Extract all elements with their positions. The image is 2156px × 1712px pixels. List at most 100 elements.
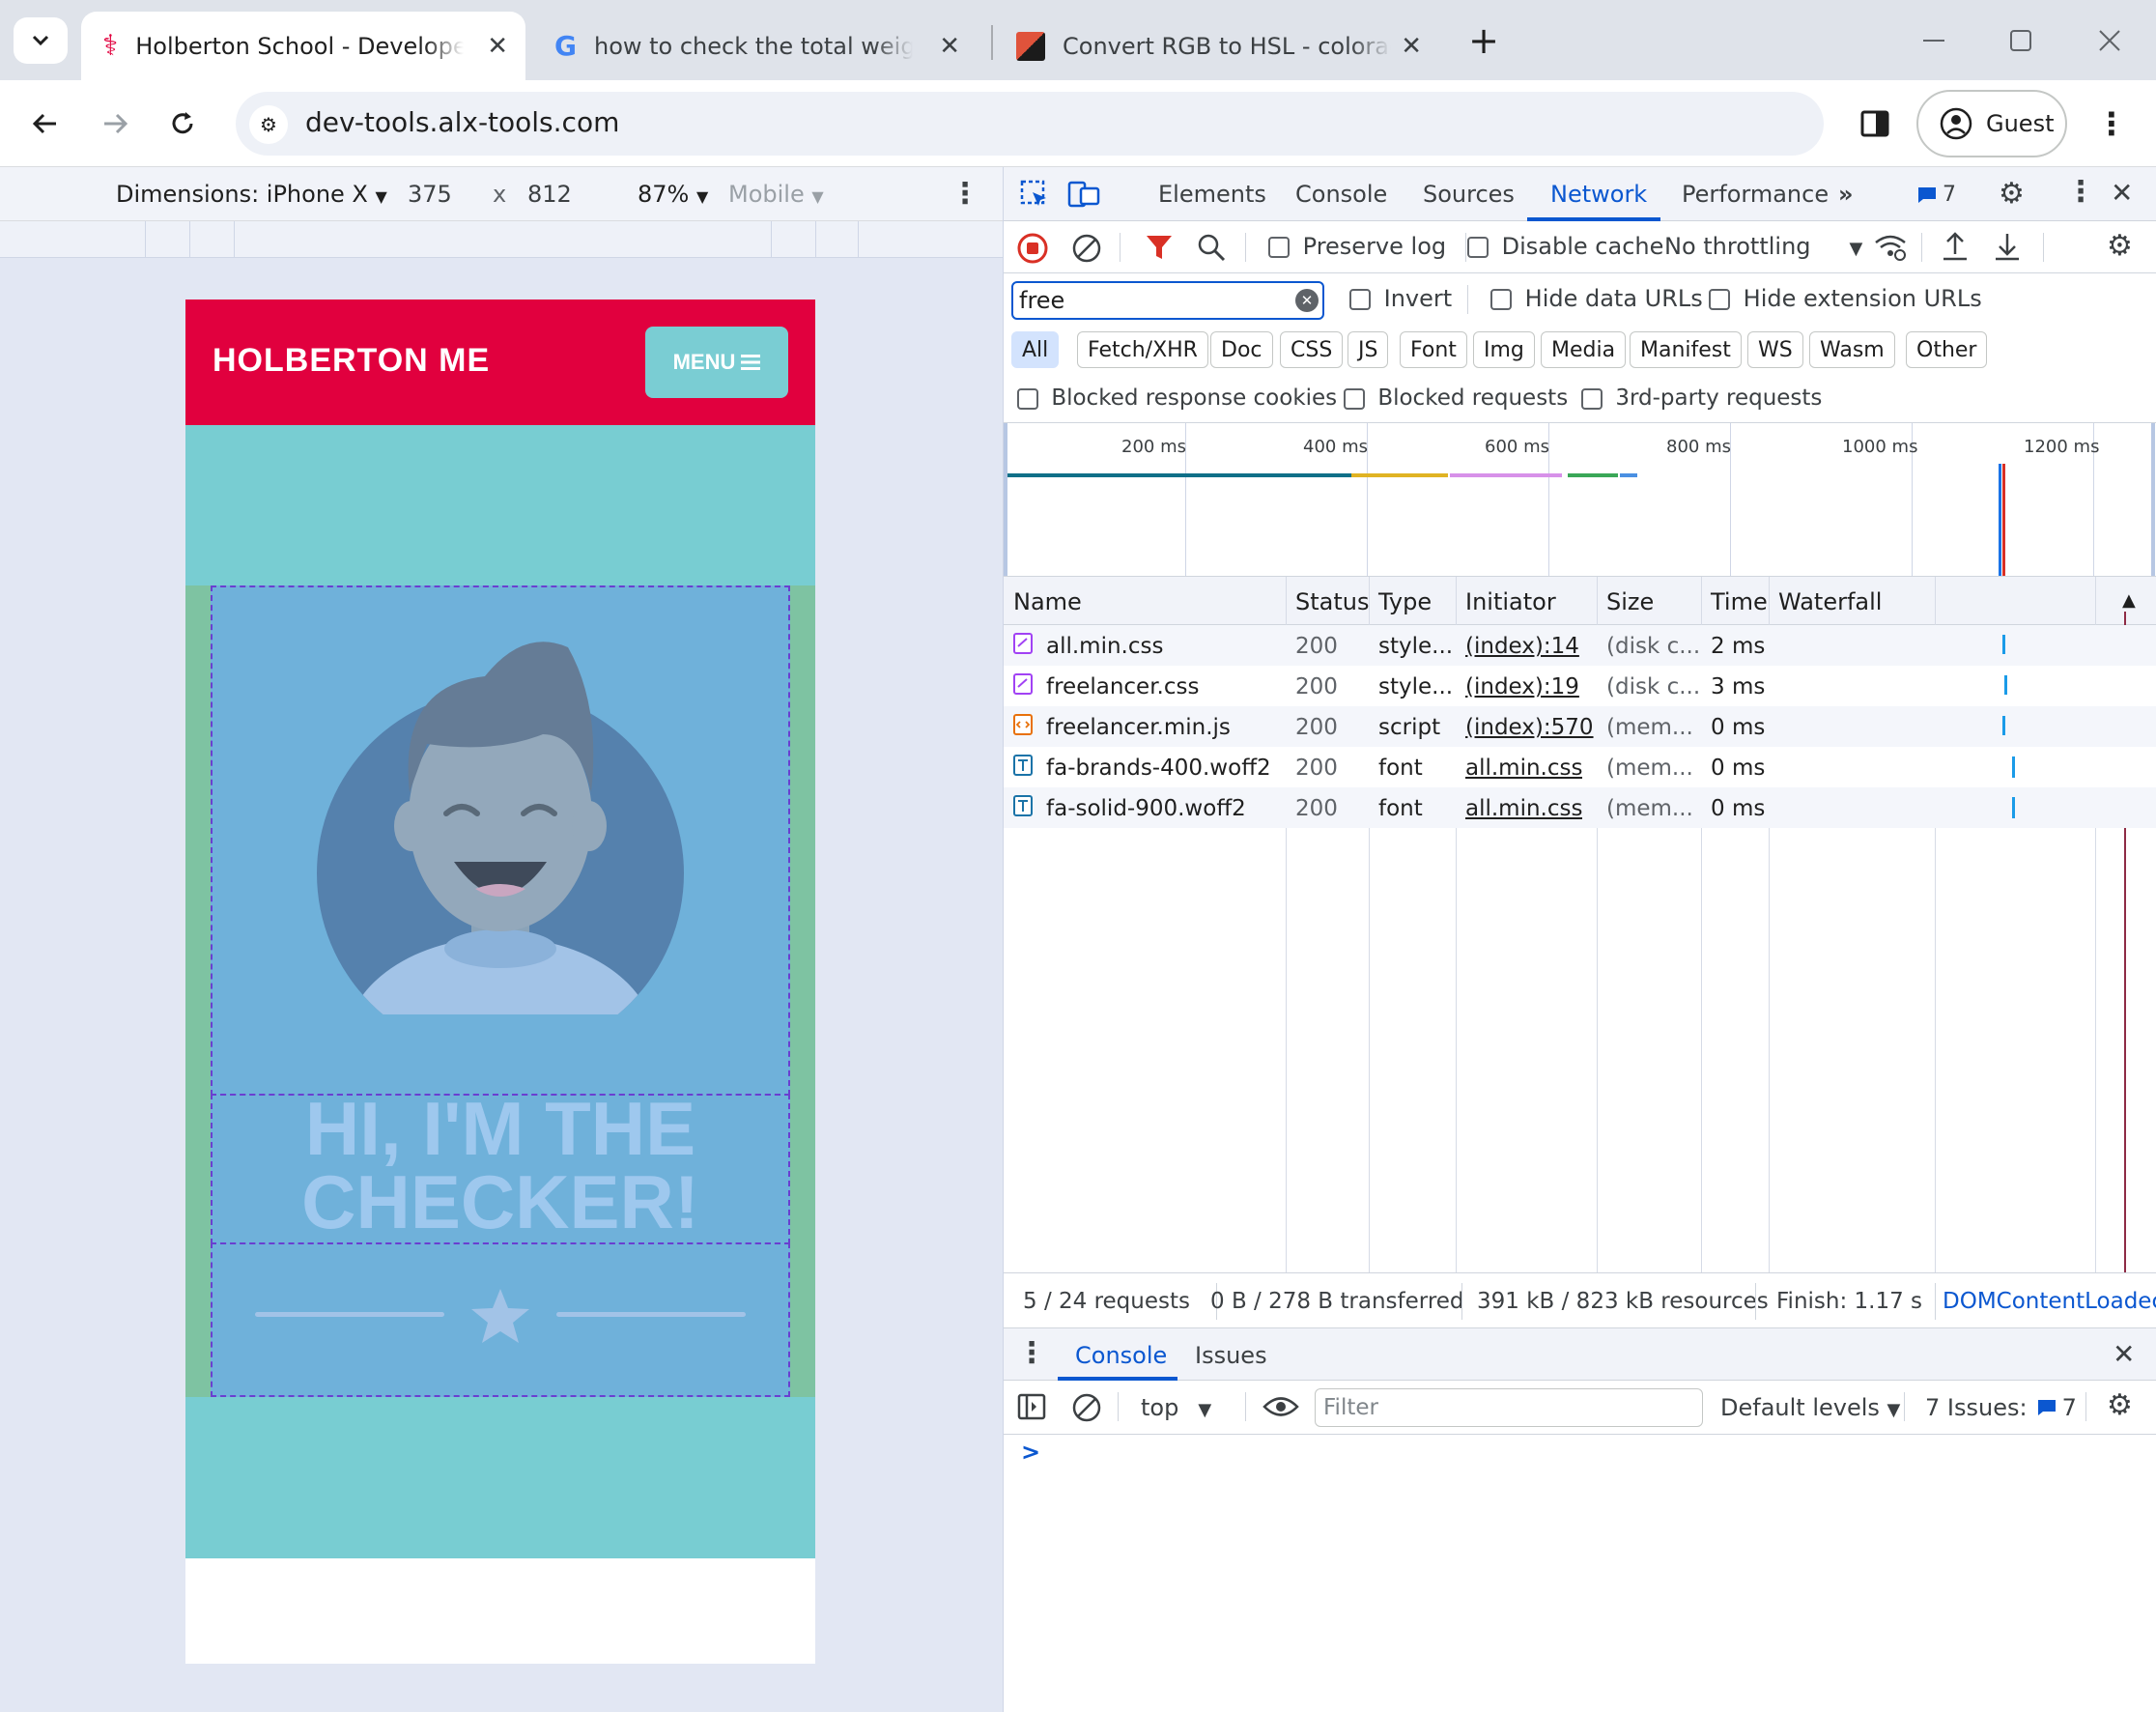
request-row[interactable]: freelancer.css 200 style... (index):19 (… — [1004, 666, 2156, 706]
console-issues-button[interactable]: 7 Issues: 7 — [1925, 1394, 2077, 1421]
type-filter-fetch-xhr[interactable]: Fetch/XHR — [1077, 331, 1208, 368]
device-dimensions-select[interactable]: Dimensions: iPhone X ▼ — [116, 181, 387, 208]
network-overview-timeline[interactable]: 200 ms 400 ms 600 ms 800 ms 1000 ms 1200… — [1004, 422, 2156, 577]
type-filter-js[interactable]: JS — [1348, 331, 1389, 368]
request-initiator[interactable]: all.min.css — [1465, 796, 1582, 821]
close-window-button[interactable] — [2086, 17, 2133, 64]
console-settings-icon[interactable]: ⚙ — [2107, 1388, 2133, 1422]
settings-gear-icon[interactable]: ⚙ — [1999, 177, 2025, 211]
new-tab-button[interactable]: + — [1457, 17, 1511, 64]
request-initiator[interactable]: (index):19 — [1465, 674, 1579, 699]
network-conditions-icon[interactable] — [1873, 231, 1908, 268]
drawer-tab-issues[interactable]: Issues — [1195, 1342, 1267, 1369]
profile-button[interactable]: Guest — [1916, 90, 2067, 157]
hide-extension-urls-checkbox[interactable]: Hide extension URLs — [1709, 285, 1982, 312]
device-width-input[interactable]: 375 — [408, 181, 452, 208]
filter-input[interactable]: free ✕ — [1011, 281, 1324, 320]
close-devtools-icon[interactable]: ✕ — [2111, 177, 2133, 209]
forward-button[interactable] — [93, 101, 137, 146]
network-settings-icon[interactable]: ⚙ — [2107, 229, 2133, 263]
reload-button[interactable] — [160, 101, 205, 146]
drawer-menu-icon[interactable]: ⋮ — [1017, 1336, 1046, 1370]
clear-icon[interactable] — [1071, 233, 1102, 270]
tab-search-button[interactable] — [14, 17, 68, 64]
request-row[interactable]: all.min.css 200 style... (index):14 (dis… — [1004, 625, 2156, 666]
tab-sources[interactable]: Sources — [1423, 181, 1515, 208]
browser-tab-google[interactable]: G how to check the total weight o ✕ — [533, 12, 978, 80]
tab-elements[interactable]: Elements — [1158, 181, 1266, 208]
throttling-select[interactable]: No throttling ▼ — [1664, 233, 1862, 260]
type-filter-css[interactable]: CSS — [1280, 331, 1344, 368]
tab-console[interactable]: Console — [1295, 181, 1387, 208]
record-stop-icon[interactable] — [1017, 233, 1048, 270]
type-filter-other[interactable]: Other — [1906, 331, 1988, 368]
browser-tab-holberton[interactable]: ⚕ Holberton School - Developer t ✕ — [81, 12, 525, 80]
type-filter-doc[interactable]: Doc — [1210, 331, 1273, 368]
type-filter-wasm[interactable]: Wasm — [1809, 331, 1895, 368]
minimize-window-button[interactable] — [1911, 17, 1957, 64]
browser-tab-colordesigner[interactable]: Convert RGB to HSL - coloradesi ✕ — [995, 12, 1439, 80]
export-har-icon[interactable] — [1993, 231, 2022, 268]
close-tab-icon[interactable]: ✕ — [487, 32, 508, 61]
close-tab-icon[interactable]: ✕ — [939, 32, 960, 61]
blocked-requests-checkbox[interactable]: Blocked requests — [1344, 385, 1568, 411]
hide-data-urls-checkbox[interactable]: Hide data URLs — [1490, 285, 1703, 312]
type-filter-font[interactable]: Font — [1400, 331, 1467, 368]
log-levels-select[interactable]: Default levels ▼ — [1720, 1394, 1900, 1421]
clear-console-icon[interactable] — [1071, 1392, 1102, 1429]
request-row[interactable]: fa-brands-400.woff2 200 font all.min.css… — [1004, 747, 2156, 787]
column-name[interactable]: Name — [1013, 588, 1082, 615]
device-mode-select[interactable]: Mobile ▼ — [728, 181, 824, 208]
column-status[interactable]: Status — [1295, 588, 1369, 615]
type-filter-all[interactable]: All — [1011, 331, 1060, 368]
inspect-element-icon[interactable] — [1019, 179, 1050, 215]
site-brand[interactable]: HOLBERTON ME — [213, 342, 490, 380]
search-icon[interactable] — [1197, 233, 1226, 268]
console-filter-input[interactable]: Filter — [1315, 1388, 1703, 1427]
request-initiator[interactable]: all.min.css — [1465, 756, 1582, 781]
clear-filter-icon[interactable]: ✕ — [1295, 289, 1319, 312]
type-filter-img[interactable]: Img — [1473, 331, 1535, 368]
request-row[interactable]: freelancer.min.js 200 script (index):570… — [1004, 706, 2156, 747]
device-toggle-icon[interactable] — [1067, 179, 1100, 215]
more-tabs-icon[interactable]: » — [1838, 181, 1854, 208]
tab-performance[interactable]: Performance — [1682, 181, 1829, 208]
disable-cache-checkbox[interactable]: Disable cache — [1467, 233, 1663, 260]
menu-button[interactable]: MENU — [645, 327, 788, 398]
issues-badge[interactable]: 7 — [1917, 183, 1956, 207]
maximize-window-button[interactable] — [1998, 17, 2044, 64]
column-time[interactable]: Time — [1711, 588, 1768, 615]
context-select[interactable]: top ▼ — [1141, 1394, 1211, 1421]
blocked-response-cookies-checkbox[interactable]: Blocked response cookies — [1017, 385, 1337, 411]
live-expression-eye-icon[interactable] — [1262, 1394, 1299, 1425]
type-filter-media[interactable]: Media — [1541, 331, 1627, 368]
media-query-bars[interactable] — [0, 221, 1003, 258]
column-initiator[interactable]: Initiator — [1465, 588, 1556, 615]
tab-network[interactable]: Network — [1550, 181, 1647, 208]
device-toolbar-menu-icon[interactable]: ⋮ — [950, 177, 979, 211]
column-type[interactable]: Type — [1378, 588, 1432, 615]
sort-ascending-icon[interactable]: ▲ — [2122, 590, 2136, 611]
device-height-input[interactable]: 812 — [527, 181, 572, 208]
request-initiator[interactable]: (index):570 — [1465, 715, 1594, 740]
zoom-select[interactable]: 87% ▼ — [638, 181, 708, 208]
close-tab-icon[interactable]: ✕ — [1401, 32, 1422, 61]
filter-funnel-icon[interactable] — [1145, 233, 1174, 268]
third-party-requests-checkbox[interactable]: 3rd-party requests — [1581, 385, 1822, 411]
devtools-menu-icon[interactable]: ⋮ — [2066, 175, 2095, 209]
back-button[interactable] — [23, 101, 68, 146]
type-filter-manifest[interactable]: Manifest — [1630, 331, 1742, 368]
request-initiator[interactable]: (index):14 — [1465, 634, 1579, 659]
site-settings-icon[interactable]: ⚙ — [249, 105, 288, 144]
preserve-log-checkbox[interactable]: Preserve log — [1268, 233, 1446, 260]
address-bar[interactable]: ⚙ dev-tools.alx-tools.com — [236, 92, 1824, 156]
browser-menu-button[interactable]: ⋮ — [2092, 101, 2131, 146]
type-filter-ws[interactable]: WS — [1747, 331, 1803, 368]
import-har-icon[interactable] — [1941, 231, 1970, 268]
column-size[interactable]: Size — [1606, 588, 1654, 615]
console-prompt[interactable]: > — [1021, 1439, 1040, 1466]
console-sidebar-icon[interactable] — [1017, 1392, 1046, 1427]
side-panel-button[interactable] — [1853, 101, 1897, 146]
close-drawer-icon[interactable]: ✕ — [2113, 1338, 2135, 1370]
drawer-tab-console[interactable]: Console — [1075, 1342, 1167, 1369]
